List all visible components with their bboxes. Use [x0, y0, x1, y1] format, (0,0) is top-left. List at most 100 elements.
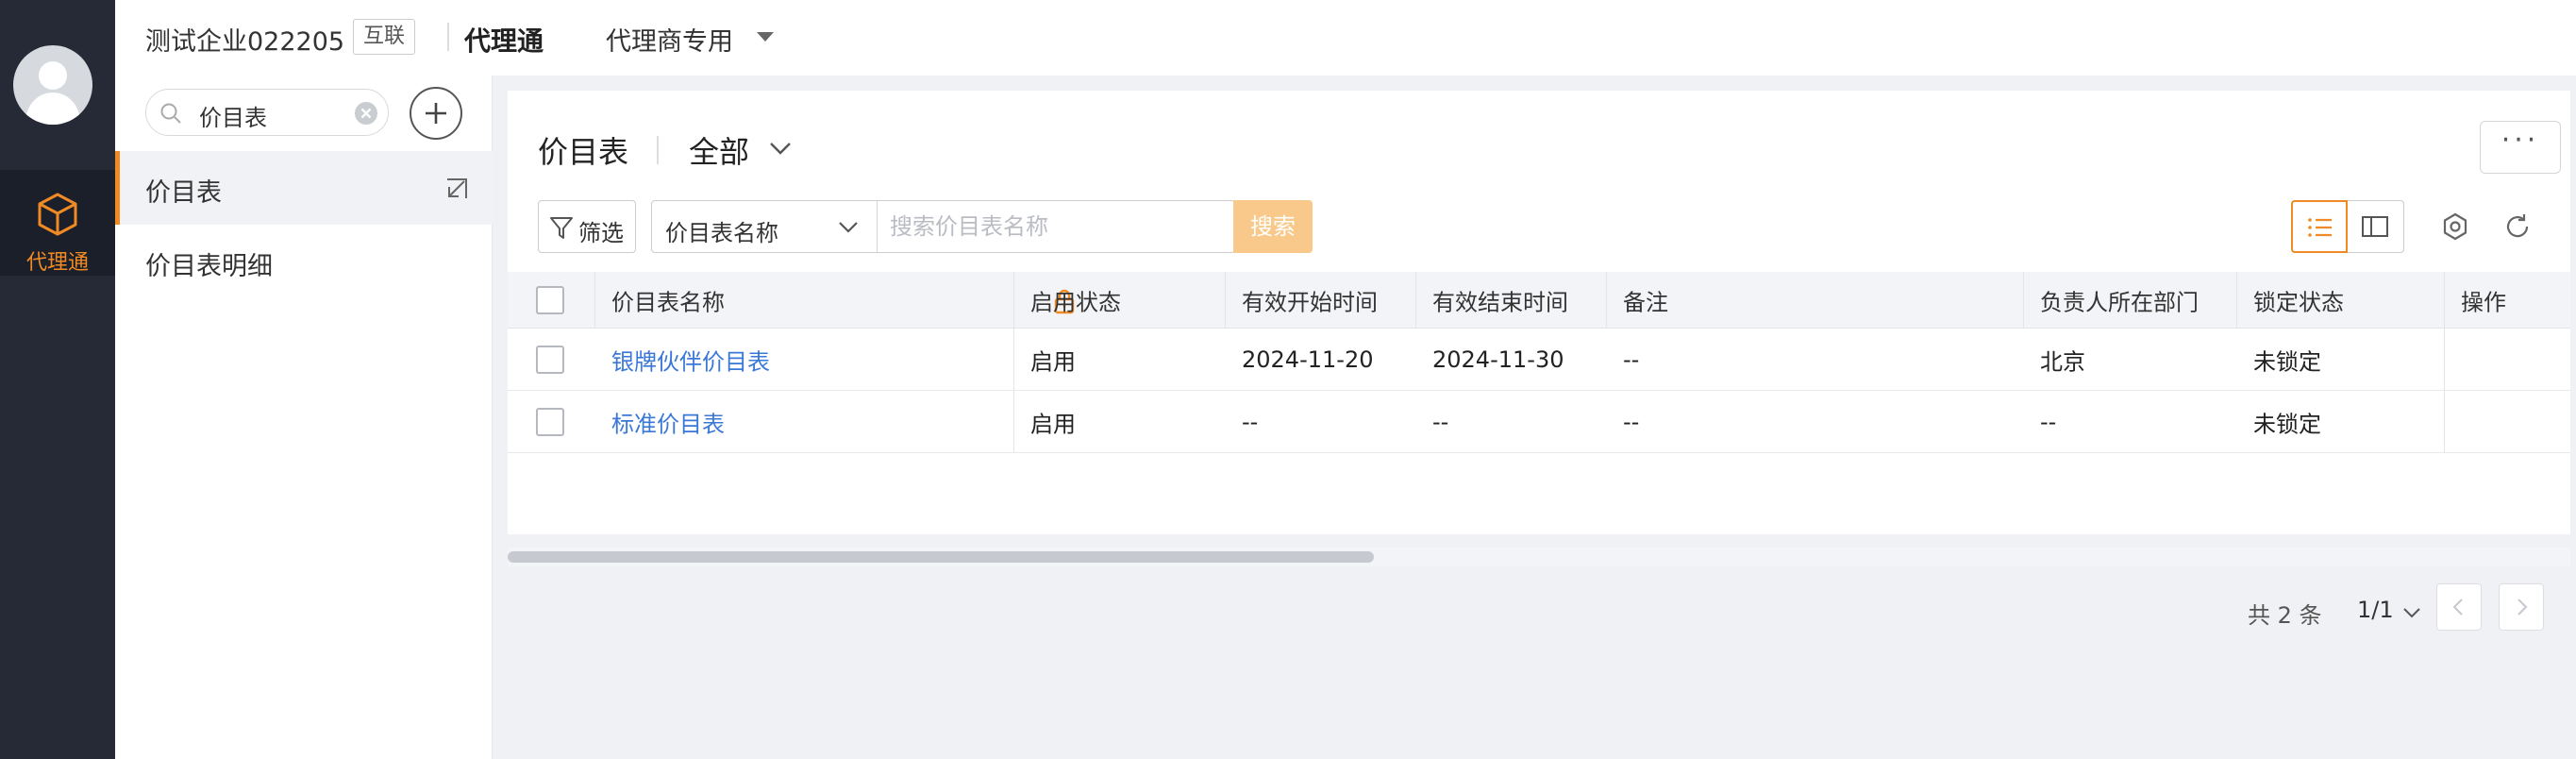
total-count: 共 2 条	[2248, 602, 2322, 629]
table-header-row: 价目表名称 启用状态 有效开始时间 有效结束时间 备注 负责人所在部门 锁定状态…	[508, 272, 2570, 329]
divider	[877, 201, 878, 252]
open-external-icon[interactable]	[445, 177, 468, 200]
interconnect-badge: 互联	[353, 19, 416, 55]
column-header-dept[interactable]: 负责人所在部门	[2023, 272, 2236, 328]
prev-page-button[interactable]	[2436, 583, 2482, 631]
page-selector[interactable]: 1/1	[2357, 597, 2394, 623]
row-select-cell	[508, 391, 594, 452]
nav-search-input[interactable]: 价目表	[145, 89, 389, 136]
agent-menu[interactable]: 代理商专用	[606, 21, 733, 58]
divider	[447, 23, 449, 51]
select-all-checkbox[interactable]	[536, 285, 564, 314]
sidebar-item-price-list[interactable]: 价目表	[115, 151, 493, 225]
cell-value: 启用	[1030, 348, 1076, 375]
sidebar-item-label: 价目表	[145, 178, 222, 208]
settings-icon[interactable]	[2440, 211, 2470, 242]
column-header-label: 锁定状态	[2253, 289, 2344, 315]
header-select-all	[508, 272, 594, 328]
cell-remark: --	[1606, 391, 2023, 452]
rail-item-label: 代理通	[25, 251, 89, 275]
scrollbar-thumb[interactable]	[508, 551, 1374, 563]
column-header-end[interactable]: 有效结束时间	[1415, 272, 1606, 328]
cell-lock: 未锁定	[2236, 391, 2444, 452]
row-checkbox[interactable]	[536, 407, 564, 436]
cell-start: --	[1225, 391, 1415, 452]
sidebar-item-price-list-detail[interactable]: 价目表明细	[115, 225, 493, 298]
cell-end: 2024-11-30	[1415, 329, 1606, 390]
cell-value: --	[1432, 408, 1449, 435]
cell-name: 标准价目表	[594, 391, 1013, 452]
pagination: 共 2 条 1/1	[508, 583, 2570, 640]
cell-value: --	[1242, 408, 1259, 435]
side-nav: 价目表 价目表 价目表明细	[115, 76, 493, 759]
column-header-label: 负责人所在部门	[2040, 289, 2199, 315]
column-header-lock[interactable]: 锁定状态	[2236, 272, 2444, 328]
cell-remark: --	[1606, 329, 2023, 390]
left-rail: 代理通	[0, 0, 115, 759]
column-header-label: 启用状态	[1030, 289, 1121, 315]
page-title: 价目表	[538, 134, 629, 170]
cell-value: 启用	[1030, 411, 1076, 437]
nav-search-value: 价目表	[199, 105, 267, 131]
cell-dept: 北京	[2023, 329, 2236, 390]
clear-icon[interactable]	[354, 101, 378, 126]
sidebar-item-label: 价目表明细	[145, 252, 273, 281]
chevron-down-icon[interactable]	[2402, 606, 2421, 619]
add-button[interactable]	[410, 87, 462, 140]
cell-start: 2024-11-20	[1225, 329, 1415, 390]
caret-down-icon[interactable]	[757, 32, 774, 42]
top-bar: 测试企业022205 互联 代理通 代理商专用	[115, 0, 2576, 76]
row-select-cell	[508, 329, 594, 390]
horizontal-scrollbar[interactable]	[508, 548, 2570, 566]
price-list-name-link[interactable]: 标准价目表	[611, 405, 725, 438]
column-header-actions: 操作	[2444, 272, 2570, 328]
filter-button[interactable]: 筛选	[538, 200, 636, 253]
cell-value: --	[1623, 346, 1640, 373]
column-header-remark[interactable]: 备注	[1606, 272, 2023, 328]
column-header-label: 有效结束时间	[1432, 289, 1568, 315]
plus-icon	[426, 103, 446, 124]
cell-value: 北京	[2040, 348, 2085, 375]
view-selector[interactable]: 全部	[689, 128, 749, 172]
table-row[interactable]: 标准价目表 启用 -- -- -- -- 未锁定	[508, 391, 2570, 453]
cell-value: 未锁定	[2253, 411, 2321, 437]
column-header-label: 有效开始时间	[1242, 289, 1378, 315]
column-header-label: 操作	[2461, 289, 2506, 315]
search-field-select[interactable]: 价目表名称	[665, 214, 778, 247]
row-checkbox[interactable]	[536, 345, 564, 374]
main-card: 价目表 全部 ··· 筛选 价目表名称 搜索 价目表名称 搜索 价目表名称 启用…	[508, 91, 2570, 631]
cell-dept: --	[2023, 391, 2236, 452]
column-header-label: 价目表名称	[611, 289, 725, 315]
search-button[interactable]: 搜索	[1233, 200, 1313, 253]
cell-status: 启用	[1013, 391, 1225, 452]
table-row[interactable]: 银牌伙伴价目表 启用 2024-11-20 2024-11-30 -- 北京 未…	[508, 329, 2570, 391]
refresh-icon[interactable]	[2502, 211, 2533, 242]
search-icon	[160, 103, 181, 124]
chevron-down-icon[interactable]	[768, 140, 793, 157]
price-list-name-link[interactable]: 银牌伙伴价目表	[611, 343, 770, 376]
column-header-start[interactable]: 有效开始时间	[1225, 272, 1415, 328]
search-group: 价目表名称 搜索	[651, 200, 1313, 253]
list-view-toggle[interactable]	[2291, 200, 2348, 253]
column-header-label: 备注	[1623, 289, 1668, 315]
cell-lock: 未锁定	[2236, 329, 2444, 390]
company-name[interactable]: 测试企业022205	[145, 21, 344, 58]
column-header-status[interactable]: 启用状态	[1013, 272, 1225, 328]
cell-name: 银牌伙伴价目表	[594, 329, 1013, 390]
next-page-button[interactable]	[2499, 583, 2544, 631]
cell-value: 未锁定	[2253, 348, 2321, 375]
column-divider	[2444, 391, 2445, 452]
more-button[interactable]: ···	[2480, 121, 2561, 174]
user-avatar-icon[interactable]	[13, 45, 92, 125]
chevron-left-icon	[2452, 599, 2463, 616]
chevron-right-icon	[2517, 599, 2528, 616]
filter-icon	[550, 217, 573, 239]
divider	[657, 136, 659, 164]
chevron-down-icon[interactable]	[837, 220, 860, 235]
split-view-icon	[2362, 216, 2388, 237]
split-view-toggle[interactable]	[2348, 200, 2404, 253]
search-input[interactable]	[890, 207, 1216, 246]
cell-value: --	[1623, 408, 1640, 435]
cell-value: --	[2040, 408, 2057, 435]
rail-item-agent[interactable]: 代理通	[0, 170, 115, 276]
